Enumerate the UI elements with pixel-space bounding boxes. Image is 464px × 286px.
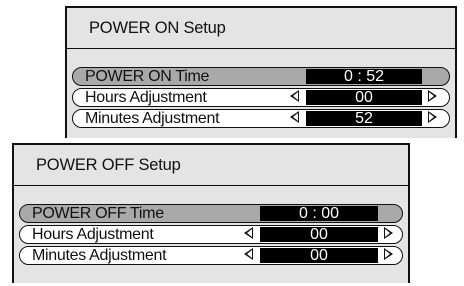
decrease-arrow-icon[interactable] xyxy=(244,227,253,239)
power-on-minutes-value: 52 xyxy=(306,111,422,127)
minutes-adjustment-label: Minutes Adjustment xyxy=(85,110,220,127)
power-off-minutes-adjustment-row[interactable]: Minutes Adjustment 00 xyxy=(19,246,403,265)
power-on-minutes-adjustment-row[interactable]: Minutes Adjustment 52 xyxy=(72,109,450,128)
increase-arrow-icon[interactable] xyxy=(428,90,437,102)
power-off-menu: POWER OFF Time 0 : 00 Hours Adjustment 0… xyxy=(14,186,408,265)
power-off-minutes-value: 00 xyxy=(260,248,378,264)
panel-title-power-off: POWER OFF Setup xyxy=(14,145,408,186)
increase-arrow-icon[interactable] xyxy=(428,111,437,123)
power-off-time-row[interactable]: POWER OFF Time 0 : 00 xyxy=(19,204,403,223)
power-on-hours-value: 00 xyxy=(306,90,422,106)
power-on-time-value: 0 : 52 xyxy=(306,69,422,85)
decrease-arrow-icon[interactable] xyxy=(244,248,253,260)
power-on-time-label: POWER ON Time xyxy=(85,68,210,85)
power-on-time-row[interactable]: POWER ON Time 0 : 52 xyxy=(72,67,450,86)
increase-arrow-icon[interactable] xyxy=(384,248,393,260)
power-off-time-value: 0 : 00 xyxy=(260,206,378,222)
increase-arrow-icon[interactable] xyxy=(384,227,393,239)
power-off-hours-value: 00 xyxy=(260,227,378,243)
panel-title-power-on: POWER ON Setup xyxy=(67,8,455,49)
power-on-menu: POWER ON Time 0 : 52 Hours Adjustment 00… xyxy=(67,49,455,128)
decrease-arrow-icon[interactable] xyxy=(290,111,299,123)
hours-adjustment-label: Hours Adjustment xyxy=(32,226,154,243)
power-on-hours-adjustment-row[interactable]: Hours Adjustment 00 xyxy=(72,88,450,107)
minutes-adjustment-label: Minutes Adjustment xyxy=(32,247,167,264)
power-off-hours-adjustment-row[interactable]: Hours Adjustment 00 xyxy=(19,225,403,244)
hours-adjustment-label: Hours Adjustment xyxy=(85,89,207,106)
decrease-arrow-icon[interactable] xyxy=(290,90,299,102)
power-off-time-label: POWER OFF Time xyxy=(32,205,164,222)
power-on-setup-panel: POWER ON Setup POWER ON Time 0 : 52 Hour… xyxy=(65,6,457,138)
power-off-setup-panel: POWER OFF Setup POWER OFF Time 0 : 00 Ho… xyxy=(12,143,410,283)
